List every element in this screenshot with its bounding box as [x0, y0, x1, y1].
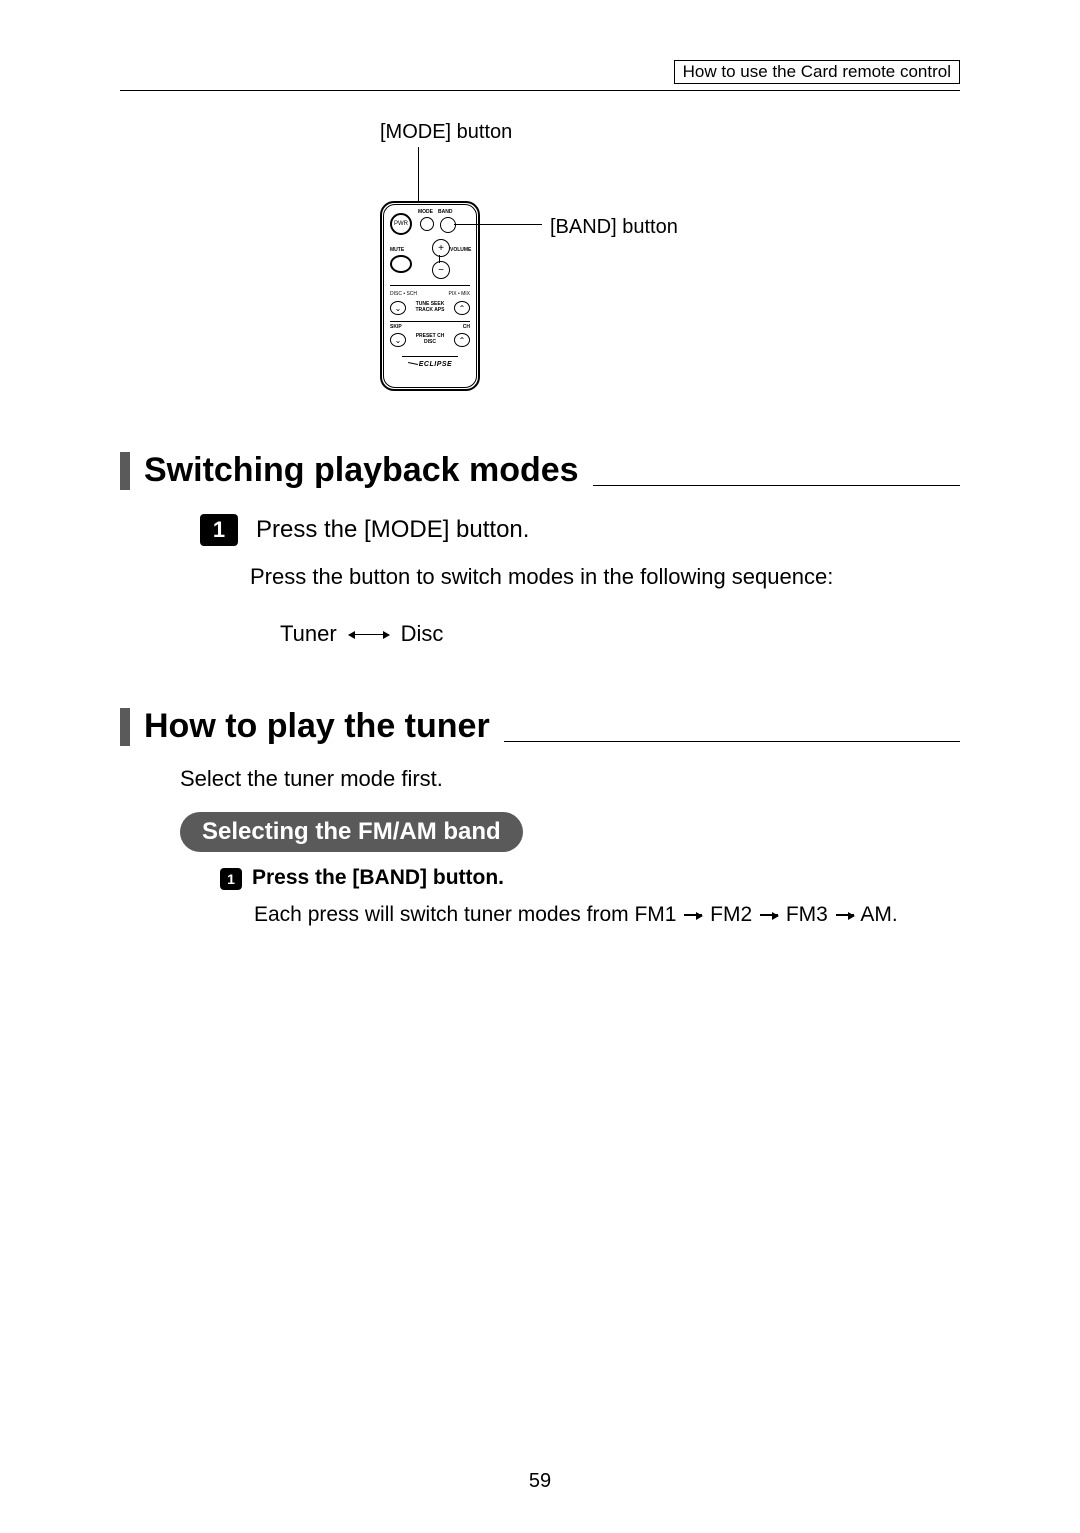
remote-pwr-button-icon: PWR — [390, 213, 412, 235]
remote-label-mute: MUTE — [390, 247, 404, 253]
remote-row2-right: CH — [463, 324, 470, 330]
remote-row1-left: DISC • SCH — [390, 291, 417, 297]
callout-mode: [MODE] button — [380, 121, 512, 144]
remote-brand-rule — [402, 356, 458, 357]
breadcrumb: How to use the Card remote control — [674, 60, 960, 84]
remote-illustration: MODE BAND PWR MUTE VOLUME + − DISC • SCH… — [380, 201, 480, 391]
step-1: 1 Press the [MODE] button. — [200, 514, 960, 546]
remote-mute-button-icon — [390, 255, 412, 273]
heading-accent-bar — [120, 452, 130, 490]
substep-1: 1 Press the [BAND] button. — [220, 866, 960, 890]
section-title: How to play the tuner — [144, 707, 490, 746]
substep-body-seg1: Each press will switch tuner modes from … — [254, 903, 682, 926]
heading-underline — [593, 485, 960, 486]
step-instruction: Press the [MODE] button. — [256, 516, 529, 544]
mode-sequence: Tuner Disc — [280, 621, 960, 647]
section-heading-switching: Switching playback modes — [120, 451, 960, 490]
seq-tuner: Tuner — [280, 621, 337, 647]
remote-label-band: BAND — [438, 209, 452, 215]
remote-row1-right: PIX • MIX — [449, 291, 470, 297]
chevron-up-icon: ⌃ — [454, 333, 470, 347]
remote-vol-up-icon: + — [432, 239, 450, 257]
remote-vol-down-icon: − — [432, 261, 450, 279]
remote-sep-1 — [390, 285, 470, 286]
remote-mode-button-icon — [420, 217, 434, 231]
remote-diagram: [MODE] button [BAND] button MODE BAND PW… — [120, 121, 960, 431]
header-rule — [120, 90, 960, 91]
heading-accent-bar — [120, 708, 130, 746]
section-title: Switching playback modes — [144, 451, 579, 490]
substep-body-seg3: FM3 — [786, 903, 834, 926]
remote-row2-left: SKIP — [390, 324, 402, 330]
substep-body-seg4: AM. — [860, 903, 897, 926]
section-intro: Select the tuner mode first. — [180, 766, 960, 792]
substep-body-seg2: FM2 — [710, 903, 758, 926]
chevron-up-icon: ⌃ — [454, 301, 470, 315]
manual-page: How to use the Card remote control [MODE… — [0, 0, 1080, 1533]
breadcrumb-wrap: How to use the Card remote control — [120, 60, 960, 84]
remote-label-mode: MODE — [418, 209, 433, 215]
remote-band-button-icon — [440, 217, 456, 233]
arrow-right-icon — [684, 914, 702, 916]
double-arrow-icon — [349, 634, 389, 635]
remote-row2-mid-b: DISC — [424, 339, 436, 345]
substep-body: Each press will switch tuner modes from … — [254, 898, 920, 932]
arrow-right-icon — [836, 914, 854, 916]
remote-sep-2 — [390, 321, 470, 322]
substep-title: Press the [BAND] button. — [252, 866, 504, 890]
callout-band: [BAND] button — [550, 216, 678, 239]
step-body: Press the button to switch modes in the … — [250, 560, 940, 593]
substep-number-badge: 1 — [220, 868, 242, 890]
step-number-badge: 1 — [200, 514, 238, 546]
remote-brand: ECLIPSE — [380, 361, 480, 368]
remote-label-volume: VOLUME — [450, 247, 471, 253]
remote-row1-mid-b: TRACK APS — [416, 307, 445, 313]
section-heading-tuner: How to play the tuner — [120, 707, 960, 746]
arrow-right-icon — [760, 914, 778, 916]
seq-disc: Disc — [401, 621, 444, 647]
page-number: 59 — [0, 1470, 1080, 1493]
remote-row1-labels: DISC • SCH PIX • MIX — [390, 291, 470, 297]
heading-underline — [504, 741, 960, 742]
leader-line-mode — [418, 147, 419, 201]
subsection-pill: Selecting the FM/AM band — [180, 812, 523, 852]
